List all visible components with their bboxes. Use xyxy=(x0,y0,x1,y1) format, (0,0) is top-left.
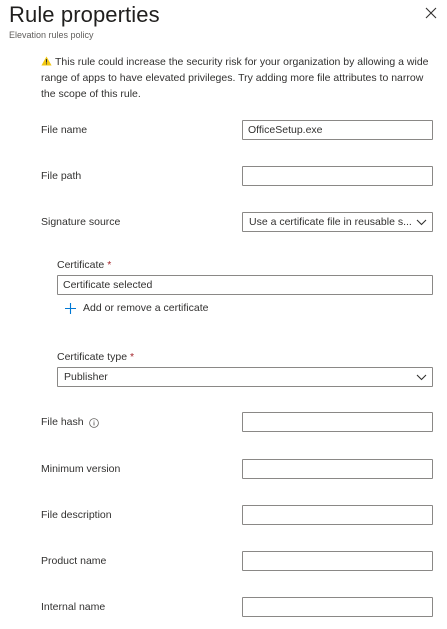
file-name-label: File name xyxy=(41,124,88,136)
internal-name-label: Internal name xyxy=(41,601,106,613)
warning-icon xyxy=(41,55,52,66)
page-title: Rule properties xyxy=(9,2,160,27)
file-name-field[interactable] xyxy=(242,120,433,140)
signature-source-dropdown[interactable]: Use a certificate file in reusable s... xyxy=(242,212,433,232)
warning-text: This rule could increase the security ri… xyxy=(41,56,429,100)
certificate-type-label-text: Certificate type xyxy=(57,351,128,363)
file-description-field[interactable] xyxy=(242,505,433,525)
certificate-type-dropdown[interactable]: Publisher xyxy=(57,367,433,387)
file-path-field[interactable] xyxy=(242,166,433,186)
signature-source-value: Use a certificate file in reusable s... xyxy=(249,216,412,228)
file-path-label: File path xyxy=(41,170,82,182)
internal-name-field[interactable] xyxy=(242,597,433,617)
rule-properties-panel: Rule properties Elevation rules policy T… xyxy=(0,0,447,629)
product-name-field[interactable] xyxy=(242,551,433,571)
add-certificate-label: Add or remove a certificate xyxy=(83,302,209,314)
minimum-version-label: Minimum version xyxy=(41,463,121,475)
add-certificate-button[interactable]: Add or remove a certificate xyxy=(65,302,208,314)
page-subtitle: Elevation rules policy xyxy=(9,30,94,40)
file-hash-field[interactable] xyxy=(242,412,433,432)
chevron-down-icon xyxy=(416,219,427,226)
file-hash-label: File hash xyxy=(41,416,84,428)
info-icon[interactable] xyxy=(89,418,99,428)
minimum-version-field[interactable] xyxy=(242,459,433,479)
certificate-type-label: Certificate type * xyxy=(57,351,134,363)
required-mark: * xyxy=(107,259,112,271)
chevron-down-icon xyxy=(416,374,427,381)
warning-message: This rule could increase the security ri… xyxy=(41,54,436,102)
file-description-label: File description xyxy=(41,509,112,521)
required-mark: * xyxy=(130,351,135,363)
certificate-type-value: Publisher xyxy=(64,371,108,383)
certificate-label: Certificate * xyxy=(57,259,111,271)
product-name-label: Product name xyxy=(41,555,107,567)
signature-source-label: Signature source xyxy=(41,216,121,228)
close-icon[interactable] xyxy=(424,6,438,20)
plus-icon xyxy=(65,302,76,314)
certificate-label-text: Certificate xyxy=(57,259,105,271)
certificate-field[interactable] xyxy=(57,275,433,295)
